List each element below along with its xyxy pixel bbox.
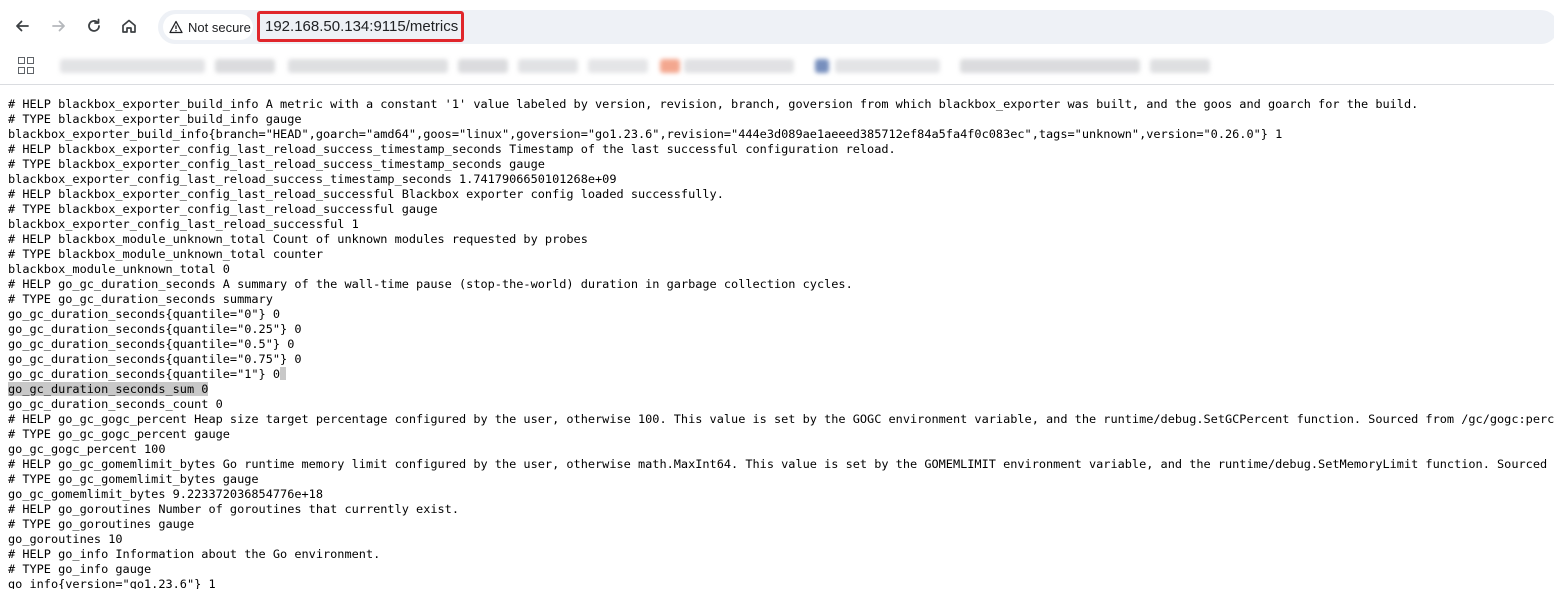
- metric-line: go_gc_duration_seconds_count 0: [8, 397, 223, 411]
- apps-grid-icon[interactable]: [18, 57, 34, 74]
- metric-line: blackbox_exporter_config_last_reload_suc…: [8, 172, 617, 186]
- metric-line: # TYPE go_gc_gogc_percent gauge: [8, 427, 230, 441]
- metric-line: go_gc_duration_seconds{quantile="0.75"} …: [8, 352, 302, 366]
- metric-line: # HELP go_info Information about the Go …: [8, 547, 381, 561]
- metric-line: go_info{version="go1.23.6"} 1: [8, 577, 216, 589]
- metric-line: # HELP go_goroutines Number of goroutine…: [8, 502, 460, 516]
- bookmark-item[interactable]: [60, 59, 205, 73]
- warning-triangle-icon: [169, 20, 183, 34]
- security-label: Not secure: [188, 19, 251, 35]
- metric-line: go_gc_duration_seconds{quantile="1"} 0: [8, 367, 1554, 382]
- metric-line: # TYPE go_gc_gomemlimit_bytes gauge: [8, 472, 259, 486]
- metric-line: go_gc_gogc_percent 100: [8, 442, 166, 456]
- metric-line: # TYPE blackbox_exporter_config_last_rel…: [8, 202, 438, 216]
- metric-line: # HELP go_gc_duration_seconds A summary …: [8, 277, 853, 291]
- forward-arrow-icon: [52, 20, 65, 32]
- metric-line: # HELP go_gc_gogc_percent Heap size targ…: [8, 412, 1554, 426]
- metrics-text: # HELP blackbox_exporter_build_info A me…: [8, 97, 1554, 589]
- bookmark-item[interactable]: [660, 59, 680, 73]
- bookmark-item[interactable]: [1150, 59, 1210, 73]
- metric-line: # HELP go_gc_gomemlimit_bytes Go runtime…: [8, 457, 1554, 471]
- back-button[interactable]: [8, 12, 36, 40]
- bookmark-item[interactable]: [458, 59, 508, 73]
- metric-line: go_goroutines 10: [8, 532, 123, 546]
- url-text[interactable]: 192.168.50.134:9115/metrics: [265, 18, 458, 35]
- site-security-chip[interactable]: Not secure: [163, 14, 253, 40]
- metric-line: # HELP blackbox_module_unknown_total Cou…: [8, 232, 588, 246]
- bookmark-item[interactable]: [588, 59, 648, 73]
- metric-line: blackbox_exporter_config_last_reload_suc…: [8, 217, 359, 231]
- metric-line: go_gc_duration_seconds{quantile="0"} 0: [8, 307, 281, 321]
- reload-button[interactable]: [80, 12, 108, 40]
- url-path: :9115/metrics: [369, 18, 459, 35]
- metric-line: # TYPE blackbox_module_unknown_total cou…: [8, 247, 323, 261]
- metric-line: blackbox_module_unknown_total 0: [8, 262, 230, 276]
- metric-line: go_gc_duration_seconds{quantile="0.25"} …: [8, 322, 302, 336]
- metric-line: # HELP blackbox_exporter_build_info A me…: [8, 97, 1419, 111]
- bookmark-item[interactable]: [288, 59, 448, 73]
- back-arrow-icon: [16, 20, 29, 32]
- metric-line: # TYPE go_info gauge: [8, 562, 152, 576]
- bookmark-item[interactable]: [815, 59, 829, 73]
- bookmark-item[interactable]: [960, 59, 1140, 73]
- metric-line: # TYPE go_goroutines gauge: [8, 517, 195, 531]
- metric-line: # HELP blackbox_exporter_config_last_rel…: [8, 142, 896, 156]
- bookmark-item[interactable]: [518, 59, 578, 73]
- metric-line: # TYPE go_gc_duration_seconds summary: [8, 292, 273, 306]
- metric-line: go_gc_gomemlimit_bytes 9.223372036854776…: [8, 487, 323, 501]
- bookmark-item[interactable]: [835, 59, 940, 73]
- metric-line-text: go_gc_duration_seconds{quantile="1"} 0: [8, 367, 281, 381]
- metric-line: blackbox_exporter_build_info{branch="HEA…: [8, 127, 1283, 141]
- home-icon: [122, 19, 136, 33]
- browser-toolbar: Not secure 192.168.50.134:9115/metrics: [0, 0, 1554, 52]
- bookmark-item[interactable]: [215, 59, 275, 73]
- metric-line-selected: go_gc_duration_seconds_sum 0: [8, 382, 1554, 397]
- url-host: 192.168.50.134: [265, 18, 370, 35]
- home-button[interactable]: [115, 12, 143, 40]
- metric-line: go_gc_duration_seconds{quantile="0.5"} 0: [8, 337, 295, 351]
- reload-icon: [88, 18, 100, 32]
- url-highlight-box[interactable]: 192.168.50.134:9115/metrics: [257, 11, 464, 42]
- bookmark-item[interactable]: [684, 59, 794, 73]
- forward-button[interactable]: [45, 12, 73, 40]
- selection-highlight: [280, 367, 287, 380]
- metric-line: # TYPE blackbox_exporter_config_last_rel…: [8, 157, 545, 171]
- metric-line: # HELP blackbox_exporter_config_last_rel…: [8, 187, 724, 201]
- metric-line: # TYPE blackbox_exporter_build_info gaug…: [8, 112, 302, 126]
- metric-line-text: go_gc_duration_seconds_sum 0: [8, 382, 209, 396]
